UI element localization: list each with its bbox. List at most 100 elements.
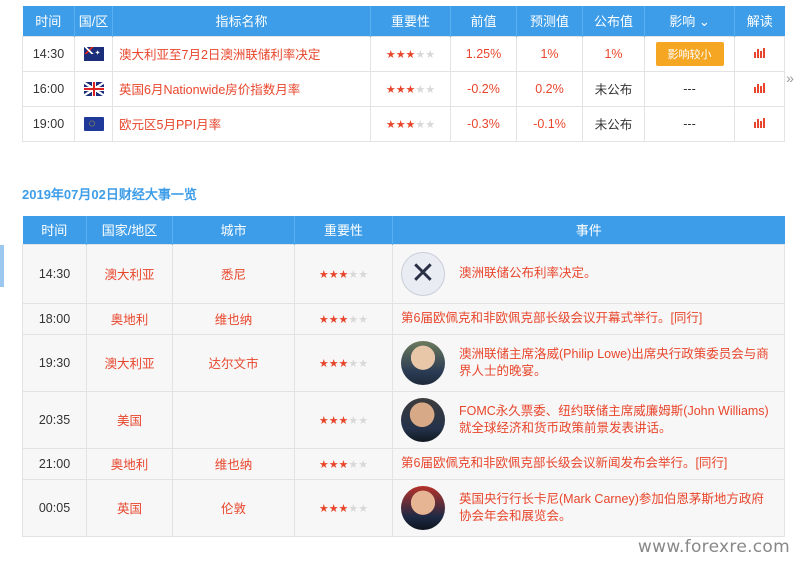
header-forecast: 预测值 [516,6,583,36]
actual-value: 1% [582,35,645,72]
country-cell [74,70,113,107]
impact-cell: 影响较小 [644,35,735,72]
event-country: 奥地利 [86,447,173,480]
event-city: 伦敦 [172,478,295,537]
indicator-name-link[interactable]: 澳大利亚至7月2日澳洲联储利率决定 [112,35,371,72]
event-time: 20:35 [22,390,87,449]
importance-stars: ★★★★★ [370,70,451,107]
impact-badge[interactable]: 影响较小 [655,41,724,66]
forecast-value: 1% [516,35,583,72]
importance-stars: ★★★★★ [294,478,393,537]
importance-stars: ★★★★★ [294,302,393,335]
header-impact-dropdown[interactable]: 影响 ⌄ [644,6,735,36]
indicators-header-row: 时间 国/区 指标名称 重要性 前值 预测值 公布值 影响 ⌄ 解读 [22,6,785,36]
interpretation-cell [734,105,785,142]
header-country-region: 国家/地区 [86,216,173,244]
event-text: 第6届欧佩克和非欧佩克部长级会议新闻发布会举行。[同行] [392,447,785,480]
header-time: 时间 [22,216,87,244]
previous-value: -0.3% [450,105,517,142]
header-country: 国/区 [74,6,113,36]
bar-chart-icon[interactable] [753,82,766,93]
interpretation-cell [734,35,785,72]
event-cell: 澳洲联储公布利率决定。 [392,243,785,304]
event-time: 21:00 [22,447,87,480]
scroll-right-arrow-icon[interactable]: » [784,68,796,88]
country-cell [74,105,113,142]
event-text: 第6届欧佩克和非欧佩克部长级会议开幕式举行。[同行] [392,302,785,335]
table-row: 19:00 欧元区5月PPI月率 ★★★★★ -0.3% -0.1% 未公布 -… [22,105,785,142]
importance-stars: ★★★★★ [370,35,451,72]
uk-flag-icon [83,81,104,96]
event-text: FOMC永久票委、纽约联储主席威廉姆斯(John Williams)就全球经济和… [459,403,769,435]
section-title: 2019年07月02日财经大事一览 [22,187,197,202]
header-previous: 前值 [450,6,517,36]
table-row: 14:30 澳大利亚 悉尼 ★★★★★ 澳洲联储公布利率决定。 [22,243,785,304]
event-cell: 英国央行行长卡尼(Mark Carney)参加伯恩茅斯地方政府协会年会和展览会。 [392,478,785,537]
table-row: 19:30 澳大利亚 达尔文市 ★★★★★ 澳洲联储主席洛威(Philip Lo… [22,333,785,392]
previous-value: 1.25% [450,35,517,72]
indicator-name-link[interactable]: 欧元区5月PPI月率 [112,105,371,142]
header-actual: 公布值 [582,6,645,36]
actual-value: 未公布 [582,105,645,142]
actual-value: 未公布 [582,70,645,107]
speaker-photo [401,340,445,385]
bar-chart-icon[interactable] [753,117,766,128]
importance-stars: ★★★★★ [294,447,393,480]
header-interpretation: 解读 [734,6,785,36]
impact-value: --- [644,70,735,107]
speaker-photo [401,485,445,530]
event-country: 澳大利亚 [86,243,173,304]
header-event: 事件 [392,216,785,244]
table-row: 18:00 奥地利 维也纳 ★★★★★ 第6届欧佩克和非欧佩克部长级会议开幕式举… [22,302,785,335]
event-country: 奥地利 [86,302,173,335]
importance-stars: ★★★★★ [294,333,393,392]
events-header-row: 时间 国家/地区 城市 重要性 事件 [22,216,785,244]
impact-value: --- [644,105,735,142]
event-text: 澳洲联储公布利率决定。 [459,266,597,280]
forecast-value: -0.1% [516,105,583,142]
header-importance: 重要性 [370,6,451,36]
forecast-value: 0.2% [516,70,583,107]
event-cell: 澳洲联储主席洛威(Philip Lowe)出席央行政策委员会与商界人士的晚宴。 [392,333,785,392]
economic-indicators-table: 时间 国/区 指标名称 重要性 前值 预测值 公布值 影响 ⌄ 解读 14:30… [22,6,785,142]
event-text: 英国央行行长卡尼(Mark Carney)参加伯恩茅斯地方政府协会年会和展览会。 [459,491,764,523]
row-time: 16:00 [22,70,75,107]
table-row: 16:00 英国6月Nationwide房价指数月率 ★★★★★ -0.2% 0… [22,70,785,107]
header-time: 时间 [22,6,75,36]
event-cell: FOMC永久票委、纽约联储主席威廉姆斯(John Williams)就全球经济和… [392,390,785,449]
importance-stars: ★★★★★ [370,105,451,142]
indicator-name-link[interactable]: 英国6月Nationwide房价指数月率 [112,70,371,107]
events-table: 时间 国家/地区 城市 重要性 事件 14:30 澳大利亚 悉尼 ★★★★★ 澳… [22,216,785,537]
event-time: 18:00 [22,302,87,335]
table-row: 14:30 澳大利亚至7月2日澳洲联储利率决定 ★★★★★ 1.25% 1% 1… [22,35,785,72]
header-indicator-name: 指标名称 [112,6,371,36]
event-country: 美国 [86,390,173,449]
event-text: 澳洲联储主席洛威(Philip Lowe)出席央行政策委员会与商界人士的晚宴。 [459,346,769,378]
country-cell [74,35,113,72]
header-importance: 重要性 [294,216,393,244]
site-watermark: www.forexre.com [637,537,790,557]
event-city [172,390,295,449]
event-country: 英国 [86,478,173,537]
event-city: 悉尼 [172,243,295,304]
australia-flag-icon [83,46,104,61]
previous-value: -0.2% [450,70,517,107]
bar-chart-icon[interactable] [753,47,766,58]
event-time: 19:30 [22,333,87,392]
event-time: 00:05 [22,478,87,537]
importance-stars: ★★★★★ [294,390,393,449]
event-city: 达尔文市 [172,333,295,392]
event-city: 维也纳 [172,447,295,480]
table-row: 20:35 美国 ★★★★★ FOMC永久票委、纽约联储主席威廉姆斯(John … [22,390,785,449]
rba-logo-icon [401,251,445,296]
event-time: 14:30 [22,243,87,304]
event-country: 澳大利亚 [86,333,173,392]
interpretation-cell [734,70,785,107]
eu-flag-icon [83,116,104,131]
table-row: 00:05 英国 伦敦 ★★★★★ 英国央行行长卡尼(Mark Carney)参… [22,478,785,537]
table-row: 21:00 奥地利 维也纳 ★★★★★ 第6届欧佩克和非欧佩克部长级会议新闻发布… [22,447,785,480]
event-city: 维也纳 [172,302,295,335]
header-city: 城市 [172,216,295,244]
left-accent-bar [0,245,4,287]
row-time: 19:00 [22,105,75,142]
